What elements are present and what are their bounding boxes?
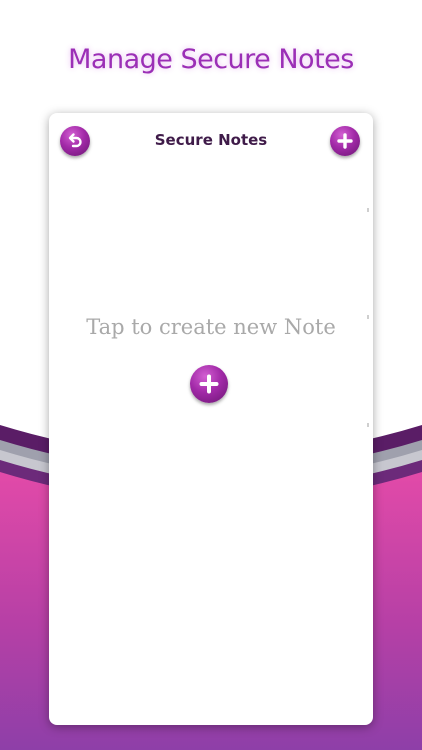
app-title: Secure Notes	[154, 131, 268, 149]
app-header: Secure Notes	[49, 113, 373, 169]
scroll-indicator	[367, 423, 369, 427]
scroll-indicator	[367, 315, 369, 319]
add-note-button[interactable]	[330, 126, 360, 156]
plus-icon	[199, 374, 219, 394]
empty-state-message: Tap to create new Note	[86, 315, 336, 339]
scroll-indicator	[367, 208, 369, 212]
plus-icon	[337, 133, 353, 149]
create-note-button[interactable]	[190, 365, 228, 403]
promo-headline: Manage Secure Notes	[68, 44, 354, 75]
app-screen: Secure Notes Tap to create new Note	[49, 113, 373, 725]
